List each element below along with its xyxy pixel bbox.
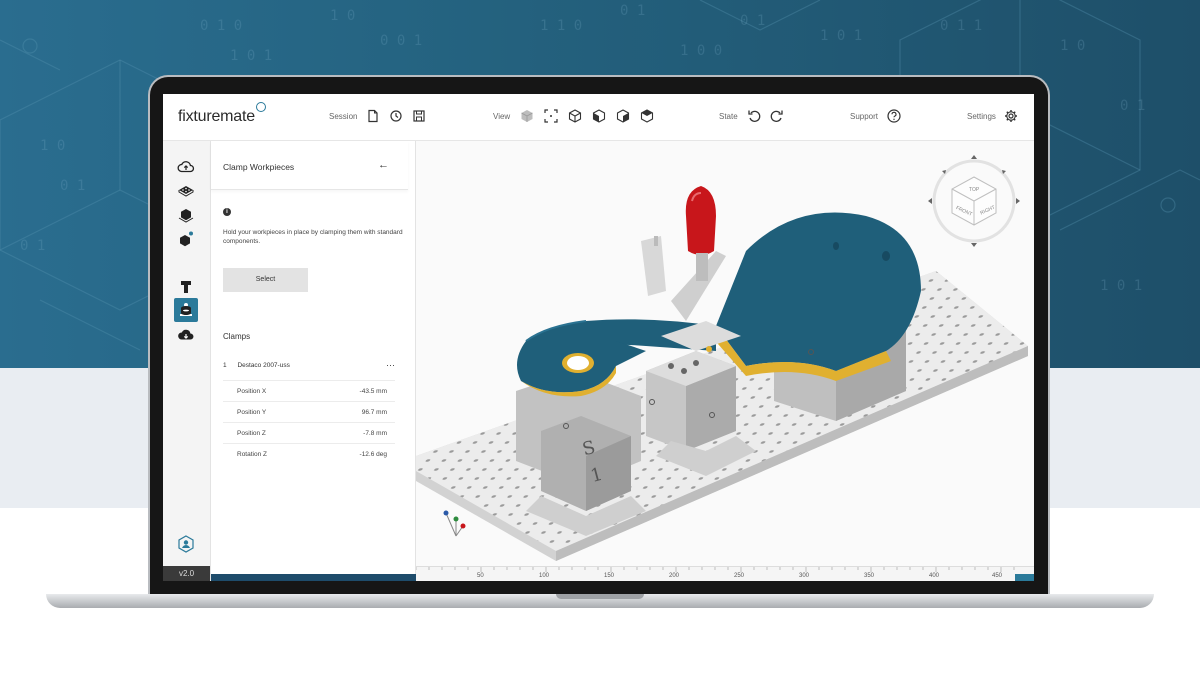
svg-text:1 1 0: 1 1 0 bbox=[540, 18, 582, 34]
nav-up-arrow-icon[interactable] bbox=[971, 155, 977, 159]
property-row[interactable]: Position Z -7.8 mm bbox=[223, 422, 395, 444]
panel-footer-bar bbox=[211, 574, 416, 581]
svg-text:0 1: 0 1 bbox=[620, 3, 645, 19]
nav-down-arrow-icon[interactable] bbox=[971, 243, 977, 247]
svg-text:1 0 0: 1 0 0 bbox=[680, 43, 722, 59]
top-toolbar: fixturemate Session View State Support S… bbox=[163, 94, 1034, 141]
property-value[interactable]: 96.7 mm bbox=[362, 409, 387, 416]
property-label: Rotation Z bbox=[237, 451, 267, 458]
property-row[interactable]: Position X -43.5 mm bbox=[223, 380, 395, 402]
ruler-tick-label: 350 bbox=[864, 573, 875, 579]
solid-cube-icon[interactable] bbox=[520, 109, 534, 123]
ruler-tick-label: 300 bbox=[799, 573, 810, 579]
property-value[interactable]: -12.6 deg bbox=[360, 451, 387, 458]
cube-top-icon[interactable] bbox=[640, 109, 654, 123]
clamp-index: 1 bbox=[223, 362, 227, 369]
axis-gizmo bbox=[443, 510, 466, 537]
panel-header: Clamp Workpieces ← bbox=[211, 141, 408, 190]
property-value[interactable]: -43.5 mm bbox=[360, 388, 387, 395]
3d-viewport[interactable]: S 1 TOP FRONT RIGHT bbox=[416, 141, 1034, 573]
fit-view-icon[interactable] bbox=[544, 109, 558, 123]
app-screen: fixturemate Session View State Support S… bbox=[163, 94, 1034, 581]
svg-text:1 0: 1 0 bbox=[1060, 38, 1085, 54]
components-icon[interactable] bbox=[177, 230, 195, 248]
svg-text:1 0 1: 1 0 1 bbox=[820, 28, 862, 44]
info-icon: i bbox=[223, 208, 231, 216]
svg-text:0 0 1: 0 0 1 bbox=[380, 33, 422, 49]
cube-front-icon[interactable] bbox=[592, 109, 606, 123]
logo-ring-icon bbox=[255, 102, 266, 112]
nav-left-arrow-icon[interactable] bbox=[928, 198, 932, 204]
svg-text:0 1: 0 1 bbox=[20, 238, 45, 254]
app-logo: fixturemate bbox=[178, 102, 266, 126]
select-button[interactable]: Select bbox=[223, 268, 308, 292]
panel-description: Hold your workpieces in place by clampin… bbox=[223, 229, 403, 245]
logo-text: fixturemate bbox=[178, 108, 255, 125]
support-icon[interactable] bbox=[177, 302, 195, 320]
navigation-cube[interactable]: TOP FRONT RIGHT bbox=[928, 155, 1020, 247]
state-label: State bbox=[719, 112, 738, 121]
workpiece-icon[interactable] bbox=[177, 206, 195, 224]
view-label: View bbox=[493, 112, 511, 121]
t-slot-icon[interactable] bbox=[177, 278, 195, 296]
ruler-tick-label: 450 bbox=[992, 573, 1003, 579]
svg-text:0 1: 0 1 bbox=[740, 13, 765, 29]
ruler-tick-label: 400 bbox=[929, 573, 940, 579]
property-label: Position Z bbox=[237, 430, 266, 437]
clamps-heading: Clamps bbox=[223, 332, 251, 341]
svg-text:1 0: 1 0 bbox=[40, 138, 65, 154]
ruler-tick-label: 200 bbox=[669, 573, 680, 579]
cube-right-icon[interactable] bbox=[616, 109, 630, 123]
svg-text:1 0 1: 1 0 1 bbox=[1100, 278, 1142, 294]
clamp-name: Destaco 2007-uss bbox=[237, 362, 290, 369]
nav-right-arrow-icon[interactable] bbox=[1016, 198, 1020, 204]
help-icon[interactable] bbox=[887, 109, 901, 123]
download-cloud-icon[interactable] bbox=[177, 326, 195, 344]
user-icon[interactable] bbox=[177, 535, 195, 553]
ruler-tick-label: 250 bbox=[734, 573, 745, 579]
ruler-end-marker bbox=[1015, 574, 1034, 581]
svg-text:0 1 1: 0 1 1 bbox=[940, 18, 982, 34]
svg-text:1 0: 1 0 bbox=[330, 8, 355, 24]
clamp-list-item[interactable]: 1 Destaco 2007-uss ··· bbox=[223, 360, 395, 370]
property-value[interactable]: -7.8 mm bbox=[363, 430, 387, 437]
session-label: Session bbox=[329, 112, 358, 121]
undo-icon[interactable] bbox=[747, 109, 761, 123]
navcube-top-label: TOP bbox=[969, 187, 980, 193]
baseplate-icon[interactable] bbox=[177, 182, 195, 200]
property-label: Position Y bbox=[237, 409, 267, 416]
history-icon[interactable] bbox=[389, 109, 403, 123]
settings-label: Settings bbox=[967, 112, 996, 121]
upload-cloud-icon[interactable] bbox=[177, 158, 195, 176]
side-panel: Clamp Workpieces ← i Hold your workpiece… bbox=[211, 141, 416, 581]
back-arrow-icon[interactable]: ← bbox=[378, 159, 389, 171]
gear-icon[interactable] bbox=[1004, 109, 1018, 123]
ruler-tick-label: 50 bbox=[477, 573, 484, 579]
laptop-notch bbox=[556, 594, 644, 599]
bottom-ruler: 50 100 150 200 250 300 350 400 450 bbox=[416, 566, 1034, 581]
svg-text:0 1 0: 0 1 0 bbox=[200, 18, 242, 34]
more-options-icon[interactable]: ··· bbox=[386, 360, 395, 370]
tool-rail bbox=[163, 141, 211, 581]
svg-text:0 1: 0 1 bbox=[60, 178, 85, 194]
svg-text:0 1: 0 1 bbox=[1120, 98, 1145, 114]
property-row[interactable]: Position Y 96.7 mm bbox=[223, 401, 395, 423]
version-badge: v2.0 bbox=[163, 566, 210, 581]
cube-iso-icon[interactable] bbox=[568, 109, 582, 123]
property-row[interactable]: Rotation Z -12.6 deg bbox=[223, 443, 395, 465]
ruler-tick-label: 100 bbox=[539, 573, 550, 579]
property-label: Position X bbox=[237, 388, 267, 395]
svg-text:1 0 1: 1 0 1 bbox=[230, 48, 272, 64]
redo-icon[interactable] bbox=[770, 109, 784, 123]
file-icon[interactable] bbox=[366, 109, 380, 123]
ruler-tick-label: 150 bbox=[604, 573, 615, 579]
panel-title: Clamp Workpieces bbox=[223, 162, 295, 172]
support-label: Support bbox=[850, 112, 879, 121]
save-icon[interactable] bbox=[412, 109, 426, 123]
